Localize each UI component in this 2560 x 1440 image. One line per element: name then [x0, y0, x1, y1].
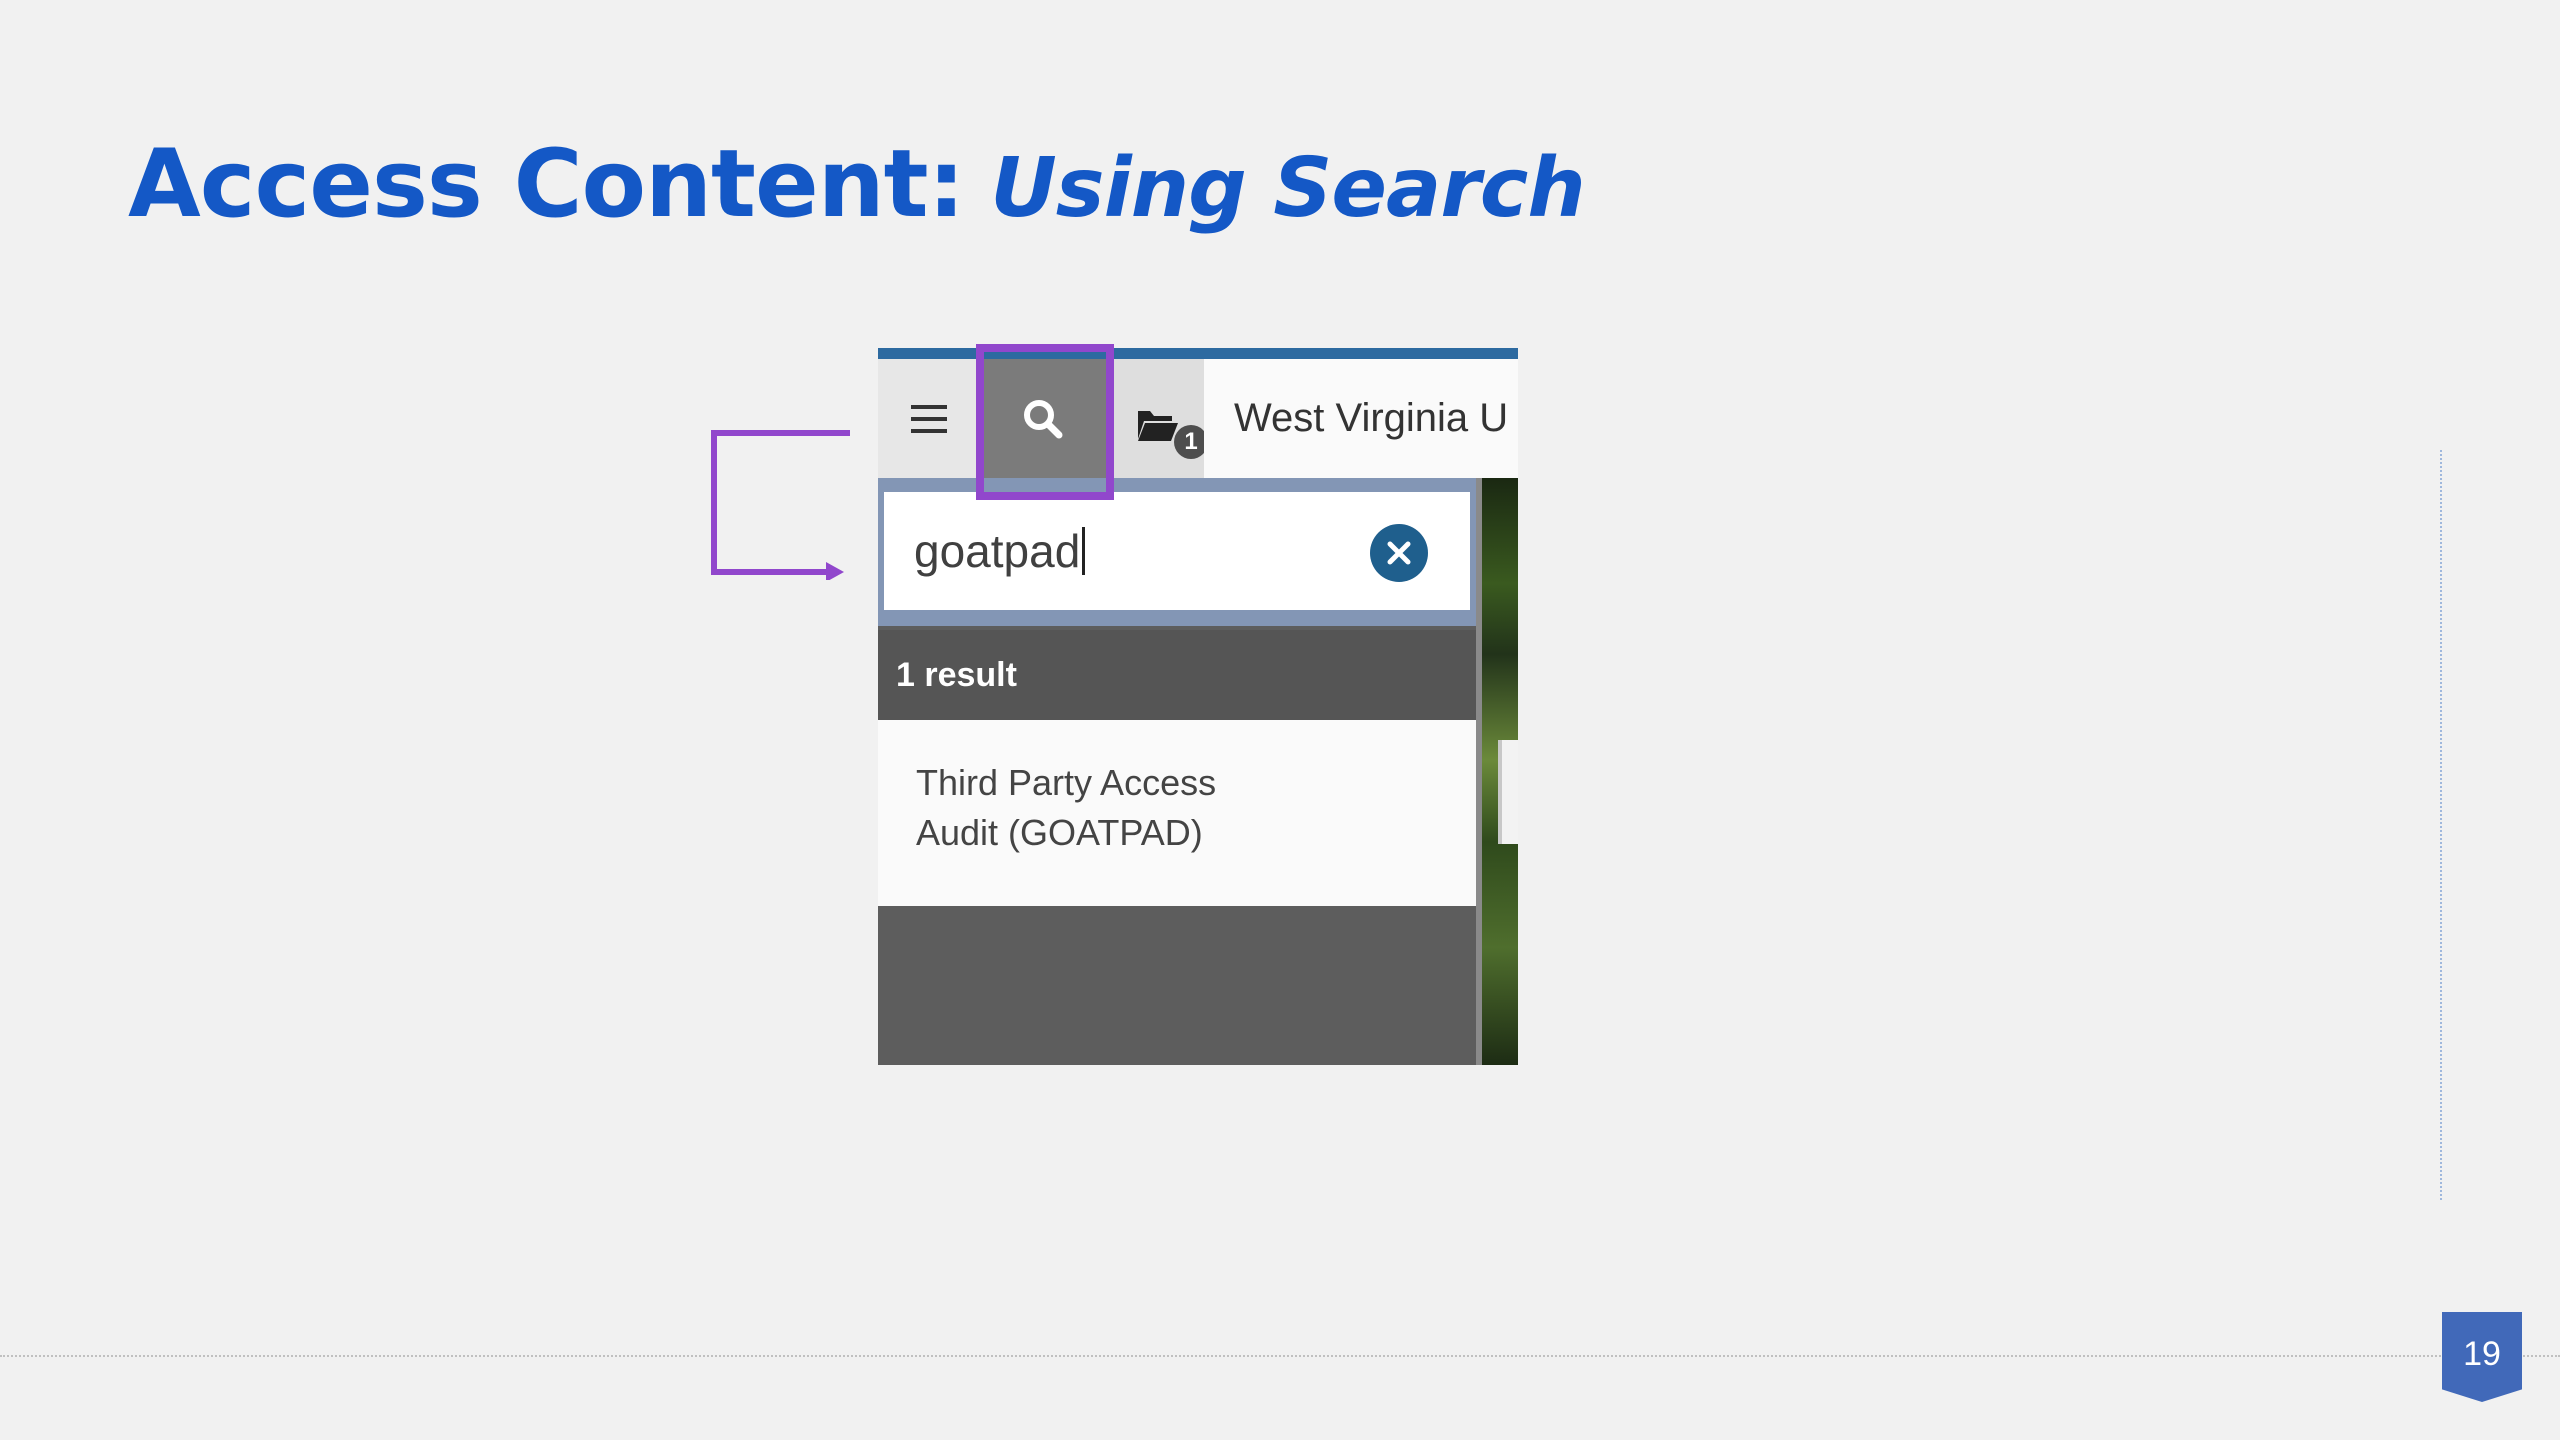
page-number-badge: 19: [2442, 1312, 2522, 1402]
folder-count-badge: 1: [1174, 425, 1208, 459]
folders-button[interactable]: 1: [1106, 359, 1208, 478]
side-rule: [2440, 450, 2442, 1200]
hamburger-icon: [911, 404, 947, 433]
results-empty-area: [878, 906, 1476, 1065]
slide-title-main: Access Content:: [128, 130, 965, 239]
search-input-value: goatpad: [914, 492, 1085, 610]
search-screenshot: 1 West Virginia U goatpad 1 result Third…: [878, 348, 1518, 1065]
bottom-rule: [0, 1355, 2560, 1357]
result-title-line-2: Audit (GOATPAD): [916, 812, 1203, 853]
search-highlight-box: [976, 344, 1114, 500]
annotation-arrow-icon: [711, 430, 850, 580]
background-image: [1482, 478, 1518, 1065]
result-title-line-1: Third Party Access: [916, 762, 1217, 803]
clear-search-button[interactable]: [1370, 524, 1428, 582]
top-accent-bar: [878, 348, 1518, 359]
slide-title-sub: Using Search: [990, 141, 1586, 236]
menu-button[interactable]: [878, 359, 980, 478]
search-result-item[interactable]: Third Party Access Audit (GOATPAD): [878, 720, 1476, 906]
folders-icon: [1138, 411, 1178, 441]
result-count: 1 result: [878, 630, 1476, 720]
clear-x-icon: [1387, 541, 1411, 565]
institution-link[interactable]: West Virginia U: [1204, 359, 1518, 478]
slide-title: Access Content: Using Search: [128, 130, 1586, 239]
background-card-edge: [1498, 740, 1518, 844]
